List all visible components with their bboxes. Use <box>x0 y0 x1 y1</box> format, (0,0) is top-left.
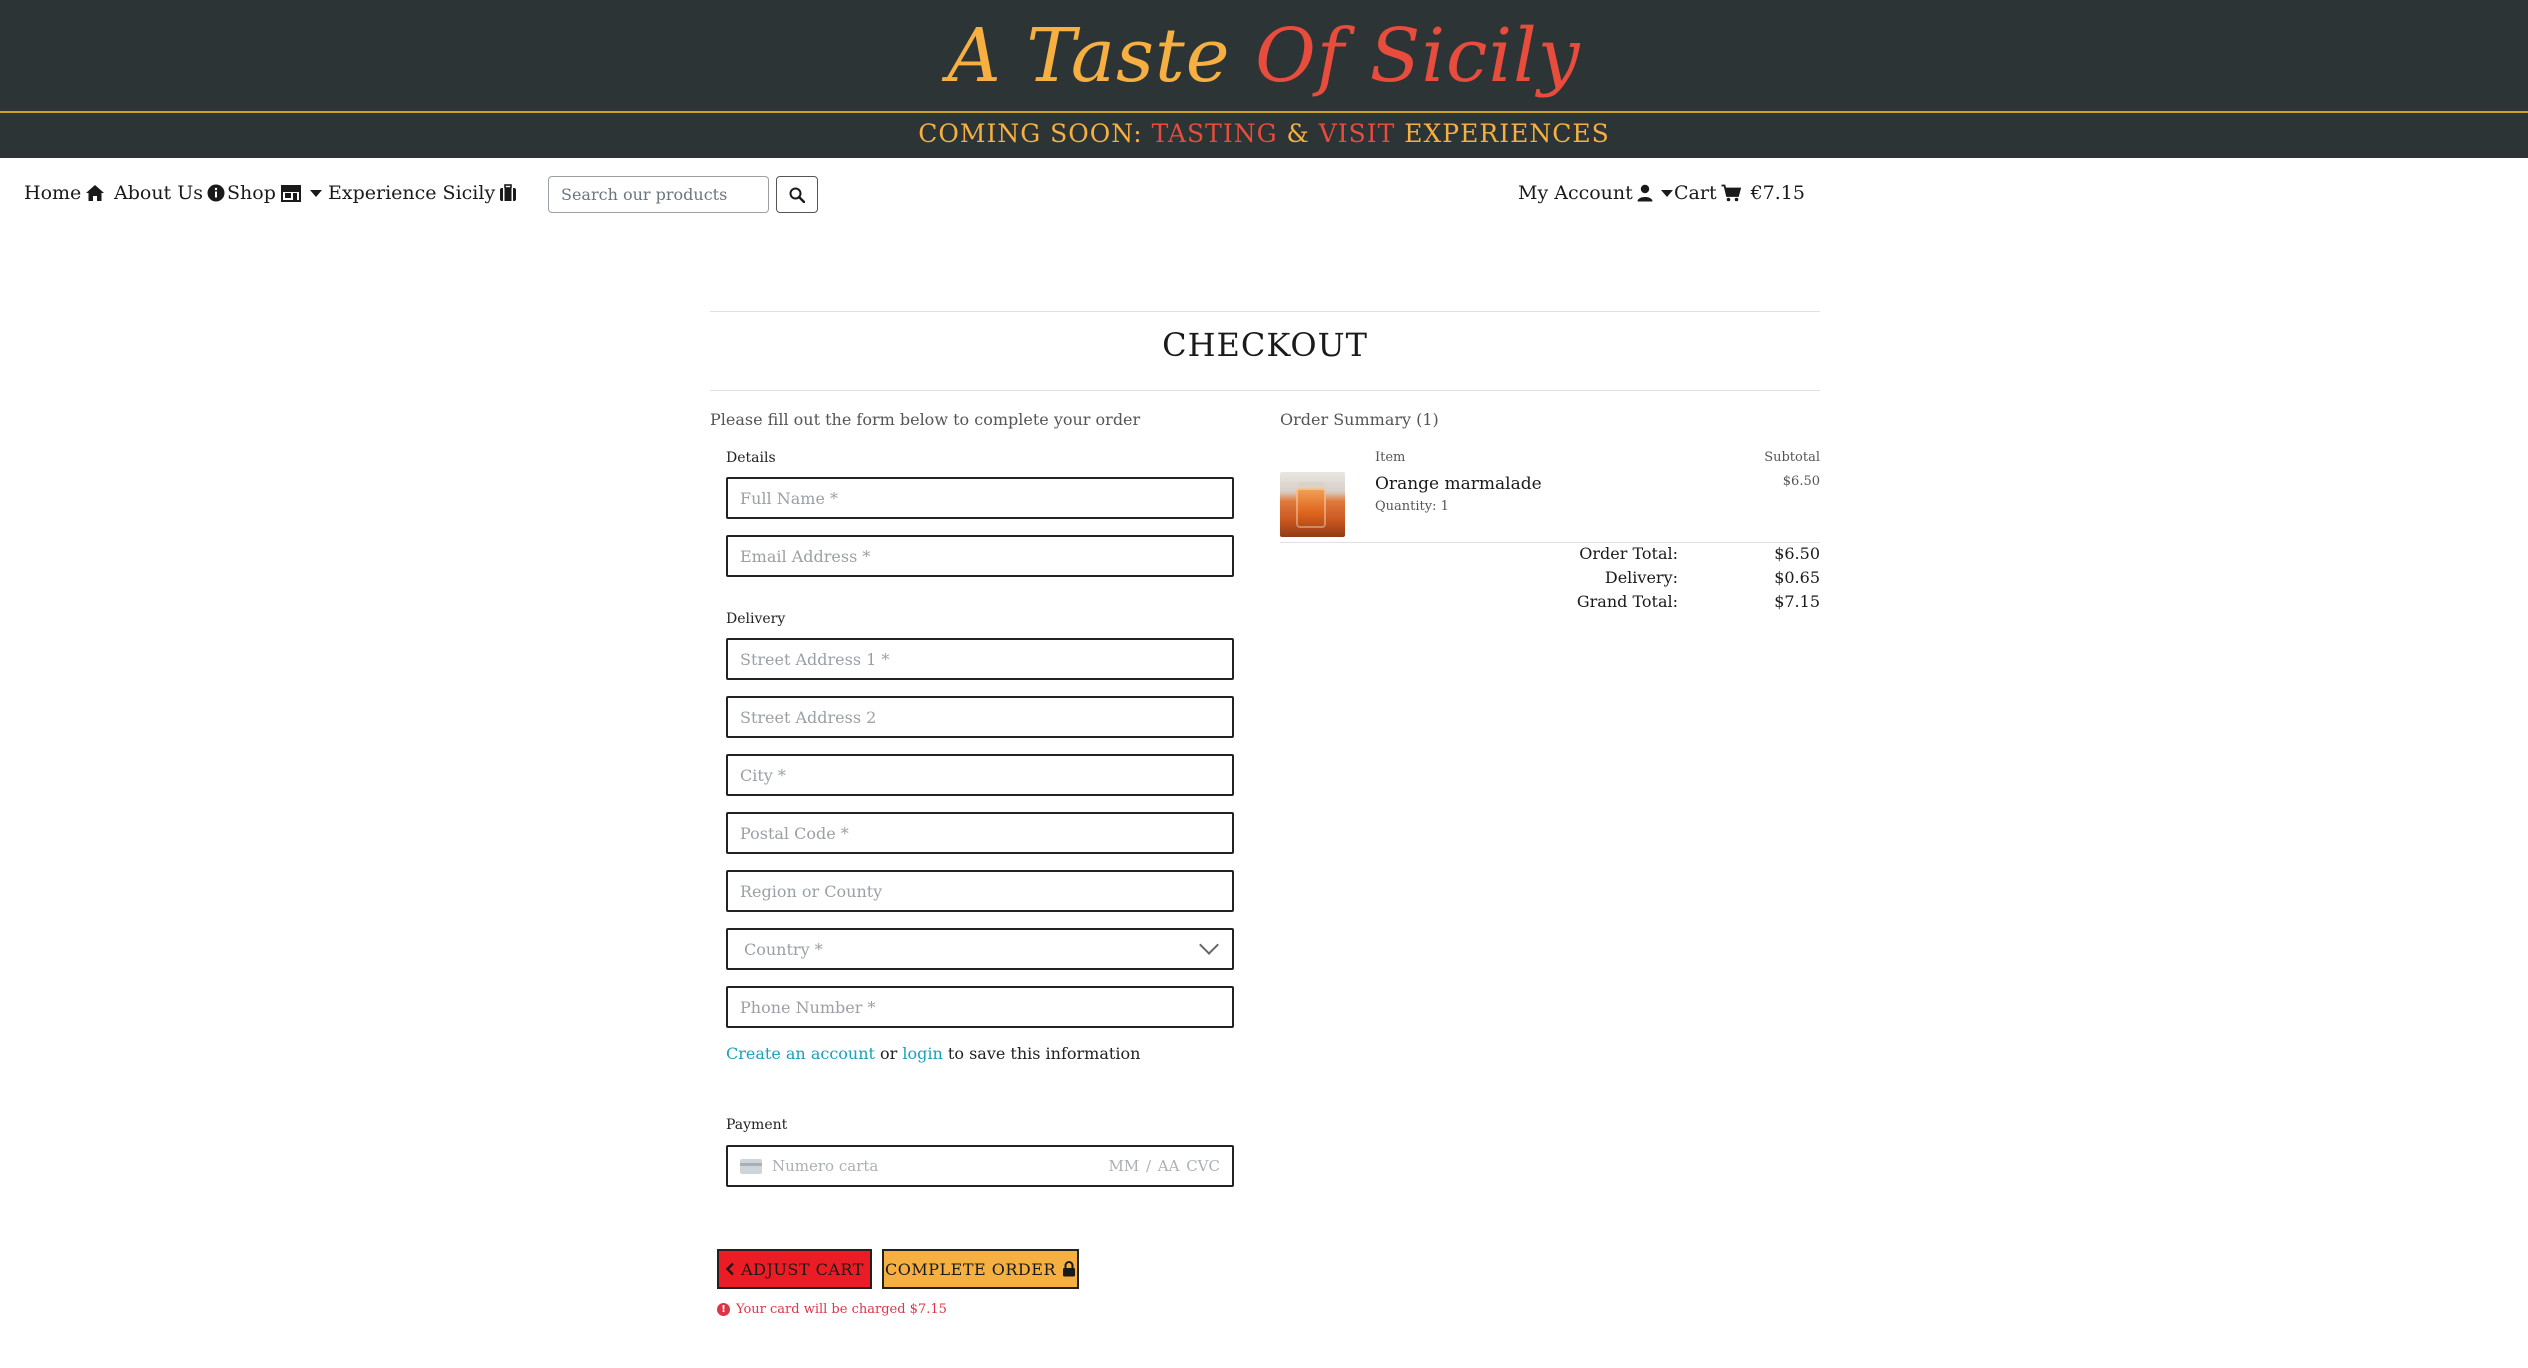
banner-visit: VISIT <box>1318 119 1396 148</box>
page-title: CHECKOUT <box>1162 326 1368 364</box>
complete-order-label: COMPLETE ORDER <box>885 1259 1056 1279</box>
product-thumbnail[interactable] <box>1280 472 1345 537</box>
store-icon <box>280 185 301 202</box>
nav-experience-label: Experience Sicily <box>328 182 496 204</box>
exclamation-circle-icon: ! <box>717 1303 730 1316</box>
brand-part-2: Of Sicily <box>1255 13 1581 99</box>
summary-col-item: Item <box>1375 450 1406 465</box>
account-dropdown-caret <box>1660 189 1673 197</box>
user-icon <box>1637 184 1653 202</box>
delivery-value: $0.65 <box>1774 568 1820 587</box>
charge-notice-text: Your card will be charged $7.15 <box>736 1302 947 1317</box>
summary-item-name: Orange marmalade <box>1375 474 1542 494</box>
adjust-cart-label: ADJUST CART <box>741 1259 864 1279</box>
main-nav: Home About Us Shop Experience Sicily My … <box>0 158 2528 234</box>
lock-icon <box>1062 1261 1075 1277</box>
nav-cart[interactable]: Cart €7.15 <box>1674 182 1805 204</box>
shop-dropdown-caret <box>309 189 322 197</box>
banner-amp: & <box>1277 119 1319 148</box>
nav-shop[interactable]: Shop <box>227 182 322 204</box>
search-input[interactable] <box>548 176 769 213</box>
summary-divider <box>1280 542 1820 543</box>
street-address-1-field[interactable] <box>726 638 1234 680</box>
cart-icon <box>1721 184 1741 202</box>
save-info-or: or <box>874 1044 903 1063</box>
chevron-left-icon <box>725 1262 734 1276</box>
order-total-value: $6.50 <box>1774 544 1820 563</box>
country-select-value: Country * <box>744 939 823 959</box>
nav-home-label: Home <box>24 182 82 204</box>
charge-notice: ! Your card will be charged $7.15 <box>717 1302 947 1317</box>
jar-body <box>1296 488 1326 528</box>
country-select[interactable]: Country * <box>726 928 1234 970</box>
card-element[interactable]: Numero carta MM / AA CVC <box>726 1145 1234 1187</box>
card-expiry-cvc-placeholder[interactable]: MM / AA CVC <box>1108 1157 1220 1175</box>
adjust-cart-button[interactable]: ADJUST CART <box>717 1249 872 1289</box>
chevron-down-icon <box>1199 935 1219 955</box>
nav-experience[interactable]: Experience Sicily <box>328 182 517 204</box>
brand-logo[interactable]: A Taste Of Sicily <box>0 8 2528 104</box>
header-divider <box>0 111 2528 113</box>
full-name-field[interactable] <box>726 477 1234 519</box>
nav-about[interactable]: About Us <box>114 182 225 204</box>
summary-item-quantity: Quantity: 1 <box>1375 499 1449 514</box>
order-summary-heading: Order Summary (1) <box>1280 410 1439 429</box>
city-field[interactable] <box>726 754 1234 796</box>
postal-code-field[interactable] <box>726 812 1234 854</box>
title-top-rule <box>710 311 1820 312</box>
complete-order-button[interactable]: COMPLETE ORDER <box>882 1249 1079 1289</box>
payment-legend: Payment <box>726 1117 788 1133</box>
search-icon <box>789 187 805 203</box>
search-button[interactable] <box>776 176 818 213</box>
nav-cart-label: Cart <box>1674 182 1717 204</box>
banner-prefix: COMING SOON: <box>918 119 1152 148</box>
details-legend: Details <box>726 450 776 466</box>
street-address-2-field[interactable] <box>726 696 1234 738</box>
info-icon <box>207 184 225 202</box>
credit-card-icon <box>740 1158 762 1174</box>
site-header: A Taste Of Sicily COMING SOON: TASTING &… <box>0 0 2528 158</box>
order-total-label: Order Total: <box>1579 544 1678 563</box>
summary-item-subtotal: $6.50 <box>1782 474 1820 489</box>
coming-soon-banner: COMING SOON: TASTING & VISIT EXPERIENCES <box>0 117 2528 151</box>
summary-col-subtotal: Subtotal <box>1764 450 1820 465</box>
suitcase-icon <box>500 184 517 201</box>
home-icon <box>86 185 105 201</box>
email-field[interactable] <box>726 535 1234 577</box>
title-bottom-rule <box>710 390 1820 391</box>
login-link[interactable]: login <box>902 1044 942 1063</box>
nav-cart-total: €7.15 <box>1750 182 1805 204</box>
brand-part-1: A Taste <box>947 13 1256 99</box>
grand-total-value: $7.15 <box>1774 592 1820 611</box>
nav-shop-label: Shop <box>227 182 276 204</box>
create-account-link[interactable]: Create an account <box>726 1044 875 1063</box>
form-instructions: Please fill out the form below to comple… <box>710 410 1141 429</box>
nav-about-label: About Us <box>114 182 203 204</box>
delivery-legend: Delivery <box>726 611 786 627</box>
save-info-suffix: to save this information <box>942 1044 1141 1063</box>
nav-home[interactable]: Home <box>24 182 105 204</box>
phone-field[interactable] <box>726 986 1234 1028</box>
banner-suffix: EXPERIENCES <box>1395 119 1610 148</box>
nav-account-label: My Account <box>1518 182 1633 204</box>
nav-my-account[interactable]: My Account <box>1518 182 1673 204</box>
grand-total-label: Grand Total: <box>1576 592 1678 611</box>
card-number-placeholder[interactable]: Numero carta <box>772 1157 1108 1175</box>
save-info-prompt: Create an account or login to save this … <box>726 1044 1140 1063</box>
region-field[interactable] <box>726 870 1234 912</box>
delivery-label: Delivery: <box>1604 568 1678 587</box>
banner-tasting: TASTING <box>1151 119 1278 148</box>
